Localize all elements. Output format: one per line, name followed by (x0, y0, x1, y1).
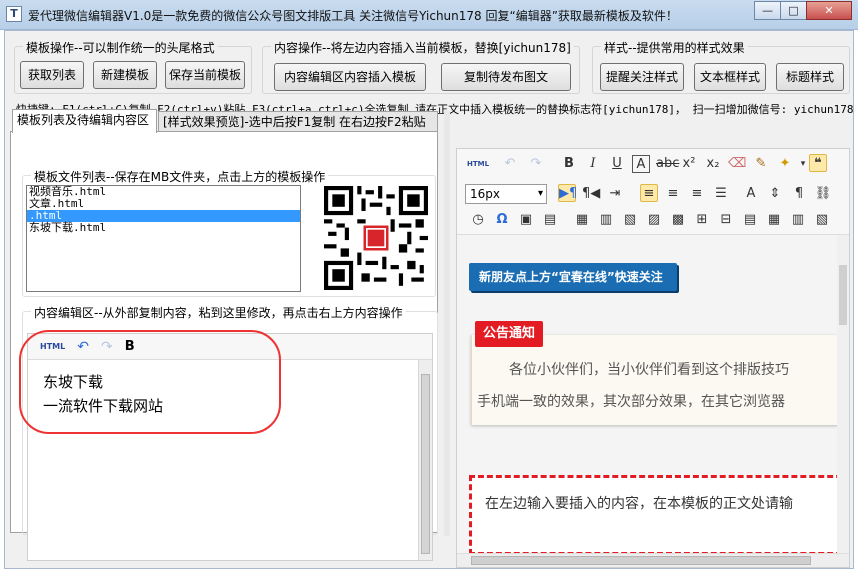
dashed-box-text: 在左边输入要插入的内容，在本模板的正文处请输 (485, 496, 793, 512)
bold-button[interactable]: B (125, 339, 135, 354)
preview-hscroll[interactable] (457, 553, 849, 567)
html-source-button[interactable]: HTML (40, 342, 65, 351)
italic-icon[interactable]: I (584, 155, 602, 173)
strikethrough-icon[interactable]: abc (656, 155, 679, 173)
content-line: 一流软件下载网站 (43, 397, 164, 415)
merge-cells-icon[interactable]: ⊞ (693, 211, 711, 229)
undo-icon[interactable]: ↶ (501, 155, 519, 173)
font-color-icon[interactable]: A (742, 185, 760, 203)
maximize-button[interactable]: □ (780, 1, 807, 20)
preview-editor[interactable]: HTML ↶ ↷ B I U A abc x² x₂ ⌫ ✎ ✦ ▾ ❝ 16p… (456, 148, 850, 568)
indent-icon[interactable]: ⇥ (606, 185, 624, 203)
dashed-content-box (469, 475, 849, 555)
insert-row-icon[interactable]: ▥ (597, 211, 615, 229)
list-item[interactable]: 文章.html (27, 198, 300, 210)
insert-image-icon[interactable]: ▤ (541, 211, 559, 229)
split-cells-icon[interactable]: ⊟ (717, 211, 735, 229)
app-icon: T (6, 6, 22, 22)
tab-style-preview[interactable]: [样式效果预览]-选中后按F1复制 在右边按F2粘贴 (158, 111, 438, 133)
rich-toolbar: HTML ↶ ↷ B I U A abc x² x₂ ⌫ ✎ ✦ ▾ ❝ 16p… (457, 149, 849, 235)
redo-icon[interactable]: ↷ (527, 155, 545, 173)
subscript-icon[interactable]: x₂ (704, 155, 722, 173)
line-height-icon[interactable]: ⇕ (766, 185, 784, 203)
new-template-button[interactable]: 新建模板 (93, 61, 157, 89)
content-line: 东坡下载 (43, 373, 104, 391)
align-right-icon[interactable]: ≡ (688, 185, 706, 203)
align-left-icon[interactable]: ≡ (640, 184, 658, 202)
close-button[interactable]: ✕ (806, 1, 852, 20)
image-icon[interactable]: ▣ (517, 211, 535, 229)
omega-icon[interactable]: Ω (493, 211, 511, 229)
auto-format-icon[interactable]: ✦ (776, 155, 794, 173)
file-list-title: 模板文件列表--保存在MB文件夹，点击上方的模板操作 (31, 168, 329, 185)
panel-splitter[interactable] (444, 111, 450, 536)
paragraph-spacing-icon[interactable]: ¶ (790, 185, 808, 203)
align-center-icon[interactable]: ≡ (664, 185, 682, 203)
eraser-icon[interactable]: ⌫ (728, 155, 746, 173)
save-template-button[interactable]: 保存当前模板 (165, 61, 245, 89)
content-editor[interactable]: HTML ↶ ↷ B 东坡下载 一流软件下载网站 (27, 333, 433, 561)
scroll-thumb[interactable] (471, 556, 811, 565)
template-group-title: 模板操作--可以制作统一的头尾格式 (23, 39, 218, 56)
heading-style-button[interactable]: 标题样式 (776, 63, 844, 91)
ltr-icon[interactable]: ▶¶ (558, 184, 577, 202)
list-item[interactable]: 东坡下载.html (27, 222, 300, 234)
font-border-icon[interactable]: A (632, 155, 650, 173)
copy-publish-button[interactable]: 复制待发布图文 (441, 63, 571, 91)
editor-scrollbar[interactable] (418, 360, 432, 560)
content-group-title: 内容操作--将左边内容插入当前模板，替换[yichun178] (271, 39, 574, 56)
insert-col-icon[interactable]: ▨ (645, 211, 663, 229)
template-file-list[interactable]: 视频音乐.html 文章.html .html 东坡下载.html (26, 185, 301, 292)
window-title: 爱代理微信编辑器V1.0是一款免费的微信公众号图文排版工具 关注微信号Yichu… (28, 9, 678, 23)
superscript-icon[interactable]: x² (680, 155, 698, 173)
insert-into-template-button[interactable]: 内容编辑区内容插入模板 (274, 63, 426, 91)
scroll-thumb[interactable] (839, 265, 847, 325)
window-controls: — □ ✕ (754, 1, 852, 20)
link-icon[interactable]: ⛓ (814, 185, 832, 203)
blockquote-icon[interactable]: ❝ (809, 154, 827, 172)
mini-toolbar: HTML ↶ ↷ B (28, 334, 432, 360)
get-list-button[interactable]: 获取列表 (20, 61, 84, 89)
qr-code-image (324, 186, 428, 290)
minimize-button[interactable]: — (754, 1, 781, 20)
cell-props-icon[interactable]: ▦ (765, 211, 783, 229)
table-props-icon[interactable]: ▤ (741, 211, 759, 229)
format-painter-icon[interactable]: ✎ (752, 155, 770, 173)
bold-icon[interactable]: B (560, 155, 578, 173)
tab-template-list[interactable]: 模板列表及待编辑内容区 (12, 109, 157, 133)
follow-style-button[interactable]: 提醒关注样式 (600, 63, 684, 91)
preview-content[interactable]: 新朋友点上方“宜春在线”快速关注 公告通知 各位小伙伴们，当小伙伴们看到这个排版… (457, 235, 849, 555)
html-source-button[interactable]: HTML (467, 155, 489, 173)
justify-icon[interactable]: ☰ (712, 185, 730, 203)
textbox-style-button[interactable]: 文本框样式 (694, 63, 766, 91)
preview-vscroll[interactable] (837, 235, 849, 555)
rtl-icon[interactable]: ¶◀ (582, 185, 600, 203)
title-bar: T 爱代理微信编辑器V1.0是一款免费的微信公众号图文排版工具 关注微信号Yic… (0, 0, 858, 30)
redo-icon[interactable]: ↷ (101, 339, 113, 355)
notice-text-line: 各位小伙伴们，当小伙伴们看到这个排版技巧 (509, 362, 789, 378)
delete-table-icon[interactable]: ▥ (789, 211, 807, 229)
delete-col-icon[interactable]: ▩ (669, 211, 687, 229)
notice-box (471, 335, 849, 425)
delete-row-icon[interactable]: ▧ (621, 211, 639, 229)
content-text-area[interactable]: 东坡下载 一流软件下载网站 (28, 360, 432, 428)
clock-icon[interactable]: ◷ (469, 211, 487, 229)
style-group-title: 样式--提供常用的样式效果 (601, 39, 748, 56)
notice-badge: 公告通知 (475, 321, 544, 347)
notice-text-line: 手机端一致的效果，其次部分效果，在其它浏览器 (477, 394, 785, 410)
table-icon[interactable]: ▦ (573, 211, 591, 229)
follow-banner: 新朋友点上方“宜春在线”快速关注 (469, 263, 677, 291)
edit-area-title: 内容编辑区--从外部复制内容，粘到这里修改，再点击右上方内容操作 (31, 304, 406, 321)
undo-icon[interactable]: ↶ (77, 339, 89, 355)
underline-icon[interactable]: U (608, 155, 626, 173)
more-icon[interactable]: ▧ (813, 211, 831, 229)
scroll-thumb[interactable] (421, 374, 430, 554)
font-size-select[interactable]: 16px (465, 184, 547, 204)
